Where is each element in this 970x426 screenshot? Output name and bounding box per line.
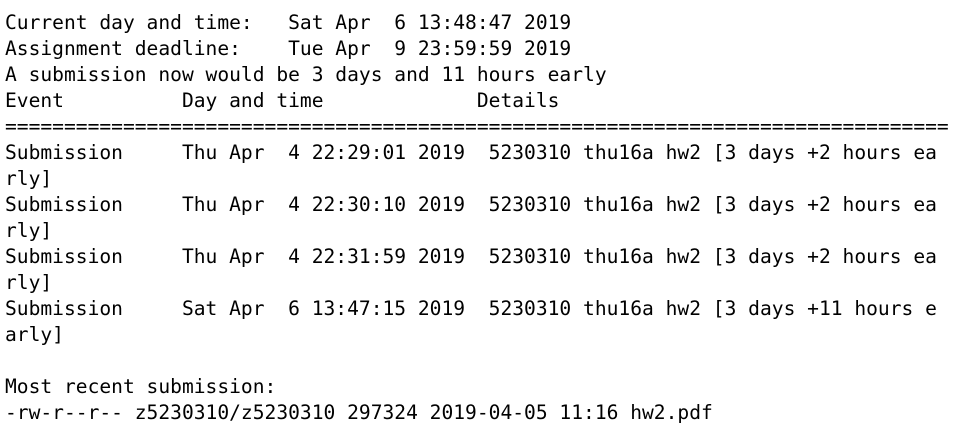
submission-row-3: Submission Thu Apr 4 22:31:59 2019 52303…	[5, 245, 937, 268]
terminal-window[interactable]: Current day and time: Sat Apr 6 13:48:47…	[0, 0, 970, 426]
current-time-line: Current day and time: Sat Apr 6 13:48:47…	[5, 11, 572, 34]
recent-submission-heading: Most recent submission:	[5, 375, 277, 398]
submission-row-1: Submission Thu Apr 4 22:29:01 2019 52303…	[5, 141, 937, 164]
submission-row-1-wrap: rly]	[5, 167, 53, 190]
submission-row-2: Submission Thu Apr 4 22:30:10 2019 52303…	[5, 193, 937, 216]
submission-row-3-wrap: rly]	[5, 271, 53, 294]
table-separator: ========================================…	[5, 115, 949, 138]
submission-row-4-wrap: arly]	[5, 323, 64, 346]
table-header: Event Day and time Details	[5, 89, 560, 112]
submission-row-2-wrap: rly]	[5, 219, 53, 242]
deadline-line: Assignment deadline: Tue Apr 9 23:59:59 …	[5, 37, 572, 60]
submission-row-4: Submission Sat Apr 6 13:47:15 2019 52303…	[5, 297, 937, 320]
early-status-line: A submission now would be 3 days and 11 …	[5, 63, 607, 86]
recent-submission-file: -rw-r--r-- z5230310/z5230310 297324 2019…	[5, 401, 713, 424]
